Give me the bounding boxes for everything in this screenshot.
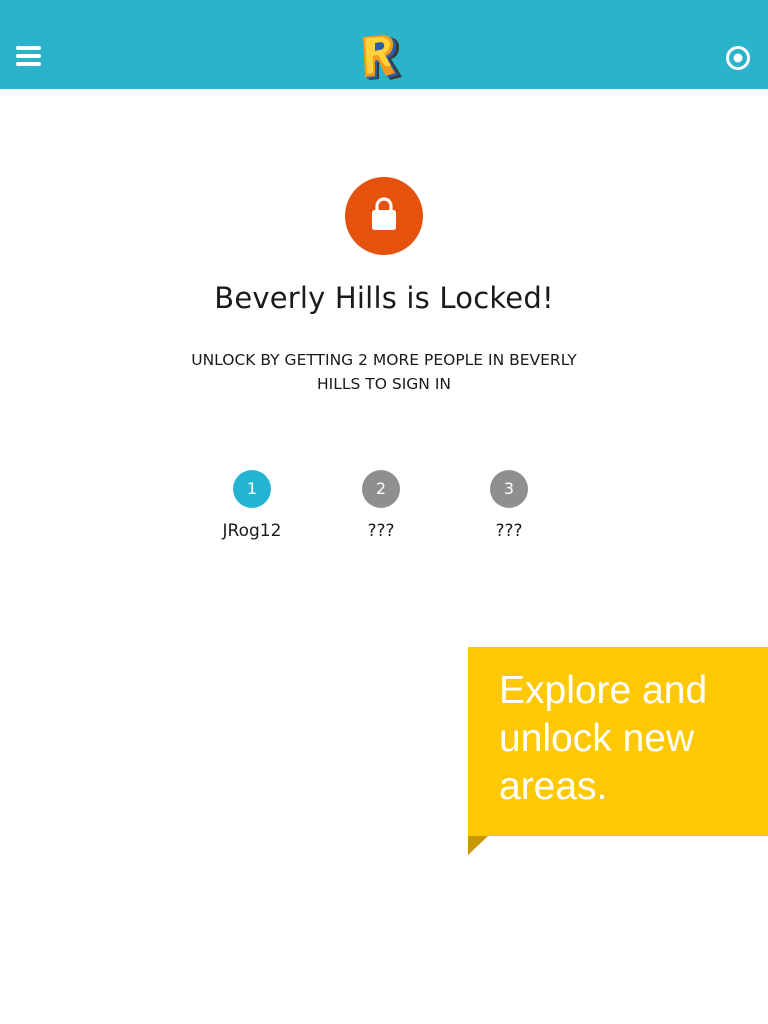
slot-2: 2 ??? xyxy=(331,470,431,541)
slot-number-badge: 2 xyxy=(362,470,400,508)
slot-number-badge: 1 xyxy=(233,470,271,508)
slot-username: ??? xyxy=(367,521,395,541)
slot-username: ??? xyxy=(495,521,523,541)
lock-badge xyxy=(345,177,423,255)
menu-line xyxy=(16,54,41,58)
slot-3: 3 ??? xyxy=(459,470,559,541)
callout-fold xyxy=(468,836,488,855)
menu-line xyxy=(16,62,41,66)
unlock-instructions: UNLOCK BY GETTING 2 MORE PEOPLE IN BEVER… xyxy=(191,351,577,393)
slot-number-badge: 3 xyxy=(490,470,528,508)
slot-1: 1 JRog12 xyxy=(202,470,302,541)
promo-callout: Explore and unlock new areas. xyxy=(468,647,768,836)
menu-line xyxy=(16,46,41,50)
top-bar xyxy=(0,0,768,89)
lock-icon xyxy=(372,197,396,230)
hamburger-menu-icon[interactable] xyxy=(14,44,42,68)
slot-username: JRog12 xyxy=(222,521,282,541)
target-icon[interactable] xyxy=(724,44,752,72)
page-title: Beverly Hills is Locked! xyxy=(214,281,554,315)
callout-text: Explore and unlock new areas. xyxy=(499,669,708,808)
app-screen: Beverly Hills is Locked! UNLOCK BY GETTI… xyxy=(0,0,768,1024)
r-logo-icon[interactable] xyxy=(358,33,410,85)
